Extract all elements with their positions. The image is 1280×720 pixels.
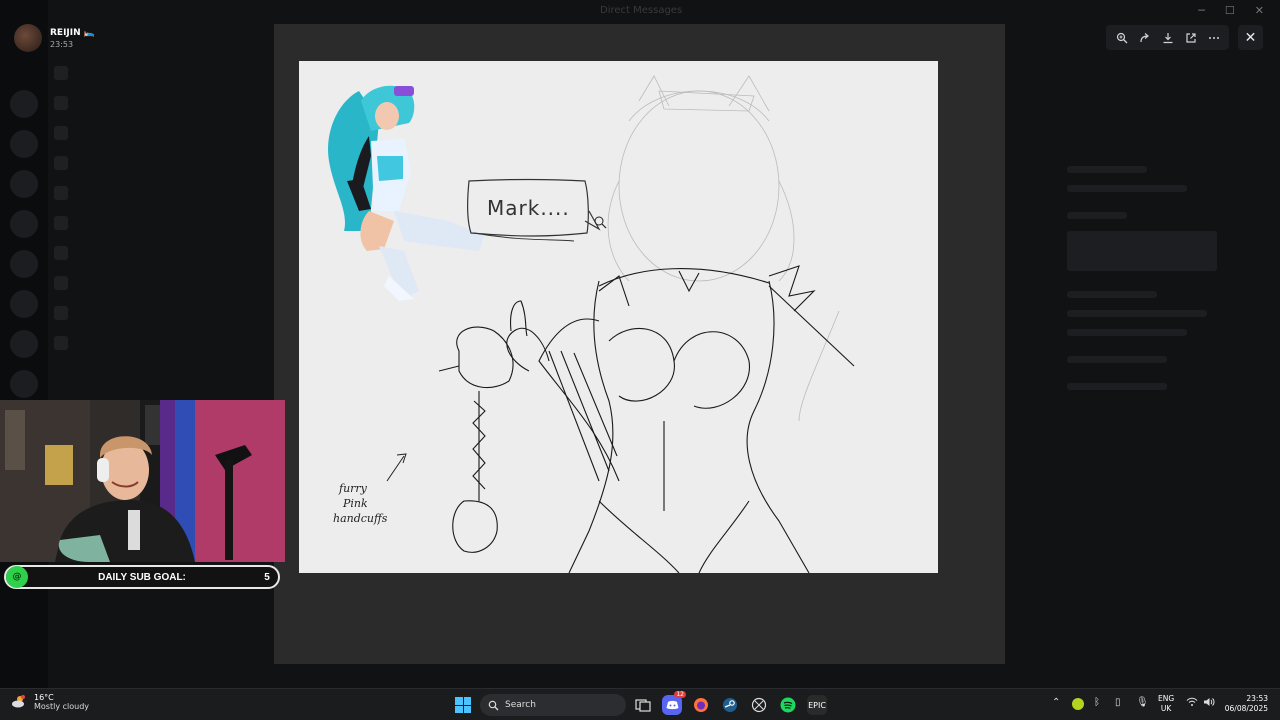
sidebar-item xyxy=(54,60,242,86)
webcam-overlay xyxy=(0,400,285,562)
download-icon[interactable] xyxy=(1159,29,1177,47)
cursor-icon xyxy=(594,216,607,229)
weather-widget[interactable]: 16°C Mostly cloudy xyxy=(10,693,89,711)
avatar[interactable] xyxy=(14,24,42,52)
windows-start-icon[interactable] xyxy=(455,697,471,713)
minimize-icon[interactable]: ─ xyxy=(1198,4,1205,17)
maximize-icon[interactable]: ☐ xyxy=(1225,4,1235,17)
profile-panel xyxy=(1055,56,1280,656)
sidebar-item xyxy=(54,150,242,176)
app-tray-icon[interactable] xyxy=(1072,698,1084,710)
clock-time: 23:53 xyxy=(1246,694,1268,703)
sidebar-item xyxy=(54,240,242,266)
language-indicator[interactable]: ENG UK xyxy=(1158,694,1174,714)
server-icon xyxy=(10,210,38,238)
weather-temp: 16°C xyxy=(34,693,54,702)
cloud-icon xyxy=(10,693,28,711)
webcam-feed xyxy=(0,400,285,562)
server-icon xyxy=(10,330,38,358)
server-icon xyxy=(10,170,38,198)
sidebar-item xyxy=(54,90,242,116)
sidebar-item xyxy=(54,180,242,206)
sidebar-item xyxy=(54,120,242,146)
spotify-icon[interactable] xyxy=(778,695,798,715)
epic-games-icon[interactable]: EPIC xyxy=(807,695,827,715)
clock-date: 06/08/2025 xyxy=(1224,704,1268,713)
tray-overflow-icon[interactable]: ⌃ xyxy=(1052,697,1060,708)
search-icon xyxy=(488,700,499,710)
note-line: handcuffs xyxy=(333,512,388,525)
close-viewer-button[interactable]: ✕ xyxy=(1238,25,1263,50)
sidebar-item xyxy=(54,330,242,356)
handwritten-note: furry Pink handcuffs xyxy=(333,481,387,526)
speech-bubble-text: Mark.... xyxy=(487,196,570,220)
viewer-toolbar xyxy=(1106,25,1229,50)
server-icon xyxy=(10,130,38,158)
taskbar-search[interactable]: Search xyxy=(480,694,626,716)
uploader-info: REIJIN 🛌 23:53 xyxy=(14,24,95,52)
goal-label: DAILY SUB GOAL: xyxy=(98,571,186,583)
bluetooth-icon[interactable]: ᛒ xyxy=(1094,697,1100,708)
server-icon xyxy=(10,370,38,398)
xbox-icon[interactable] xyxy=(749,695,769,715)
firefox-icon[interactable] xyxy=(691,695,711,715)
task-view-icon[interactable] xyxy=(633,695,653,715)
window-controls: ─ ☐ ✕ xyxy=(1198,4,1264,17)
window-title: Direct Messages xyxy=(600,5,683,16)
sub-goal-bar: @ DAILY SUB GOAL: 5 xyxy=(4,565,280,589)
reference-character-art xyxy=(328,85,484,301)
microphone-icon[interactable]: 🎙 xyxy=(1136,697,1149,708)
volume-icon[interactable] xyxy=(1203,697,1215,710)
taskbar: 16°C Mostly cloudy Search 12 EPIC ⌃ ᛒ ▯ … xyxy=(0,688,1280,720)
goal-value: 5 xyxy=(264,571,270,583)
goal-progress-icon: @ xyxy=(6,566,28,588)
open-external-icon[interactable] xyxy=(1182,29,1200,47)
sidebar-item xyxy=(54,300,242,326)
upload-time: 23:53 xyxy=(50,39,74,49)
sidebar-item xyxy=(54,210,242,236)
server-icon xyxy=(10,90,38,118)
sketch-drawing xyxy=(328,75,855,573)
server-icon xyxy=(10,290,38,318)
body-sketch xyxy=(438,265,855,573)
language-code: ENG xyxy=(1158,694,1175,703)
steam-icon[interactable] xyxy=(720,695,740,715)
server-icon xyxy=(10,250,38,278)
more-icon[interactable] xyxy=(1205,29,1223,47)
uploader-name: REIJIN 🛌 xyxy=(50,27,95,38)
sketch-image[interactable]: Mark.... furry Pink handcuffs xyxy=(299,61,938,573)
zoom-in-icon[interactable] xyxy=(1113,29,1131,47)
discord-badge: 12 xyxy=(674,691,686,698)
wifi-icon[interactable] xyxy=(1186,697,1198,710)
forward-icon[interactable] xyxy=(1136,29,1154,47)
faint-head-sketch xyxy=(607,75,840,422)
discord-icon[interactable]: 12 xyxy=(662,691,686,715)
system-clock[interactable]: 23:53 06/08/2025 xyxy=(1220,694,1268,714)
close-window-icon[interactable]: ✕ xyxy=(1255,4,1264,17)
search-placeholder: Search xyxy=(505,700,536,710)
weather-desc: Mostly cloudy xyxy=(34,702,89,711)
keyboard-layout: UK xyxy=(1160,704,1172,713)
note-line: furry xyxy=(339,482,367,495)
battery-icon[interactable]: ▯ xyxy=(1115,697,1121,708)
note-line: Pink xyxy=(343,497,368,510)
sidebar-item xyxy=(54,270,242,296)
